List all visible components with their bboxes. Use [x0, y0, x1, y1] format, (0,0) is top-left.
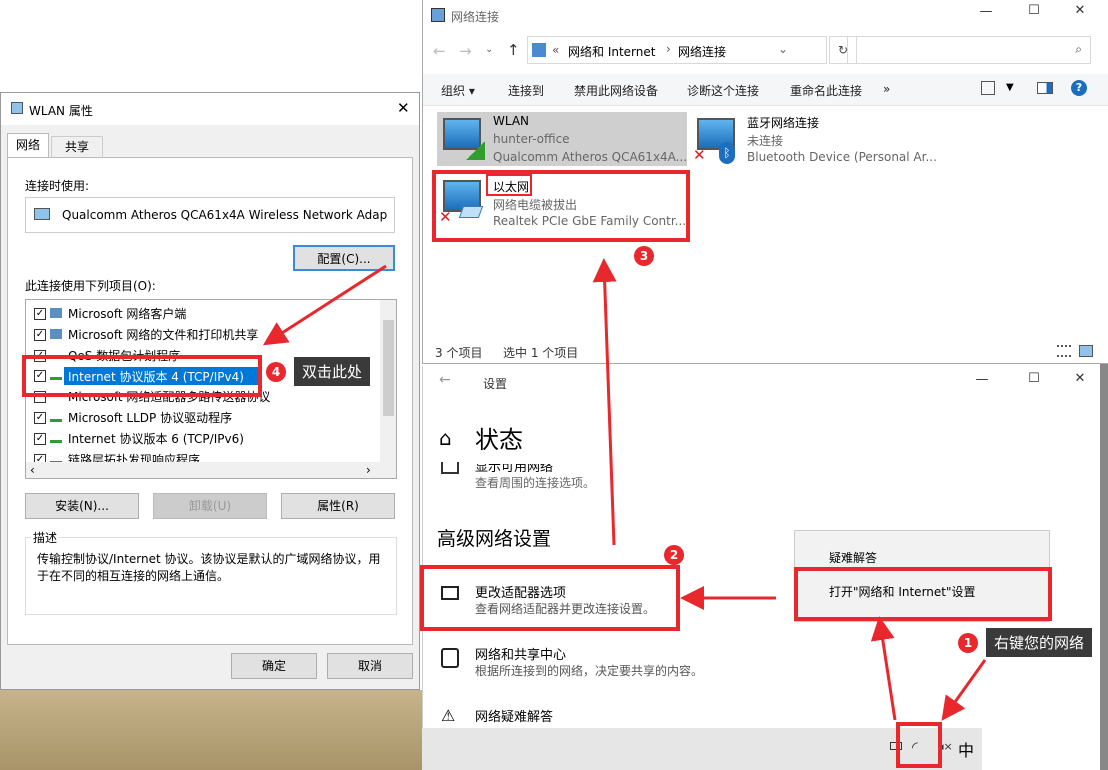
step-badge-2: 2 [664, 545, 684, 565]
annotation-arrows [262, 258, 987, 721]
arrow-tip-to-tray [941, 659, 987, 721]
arrow-tray-to-menu [870, 616, 897, 721]
step-badge-3: 3 [634, 246, 654, 266]
tooltip-right-click-network: 右键您的网络 [986, 628, 1093, 657]
step-badge-4: 4 [266, 362, 286, 382]
arrow-adapter-to-ethernet [592, 258, 617, 546]
arrow-config-to-ipv4 [262, 264, 387, 346]
step-badge-1: 1 [958, 633, 978, 653]
tooltip-double-click: 双击此处 [294, 357, 371, 386]
